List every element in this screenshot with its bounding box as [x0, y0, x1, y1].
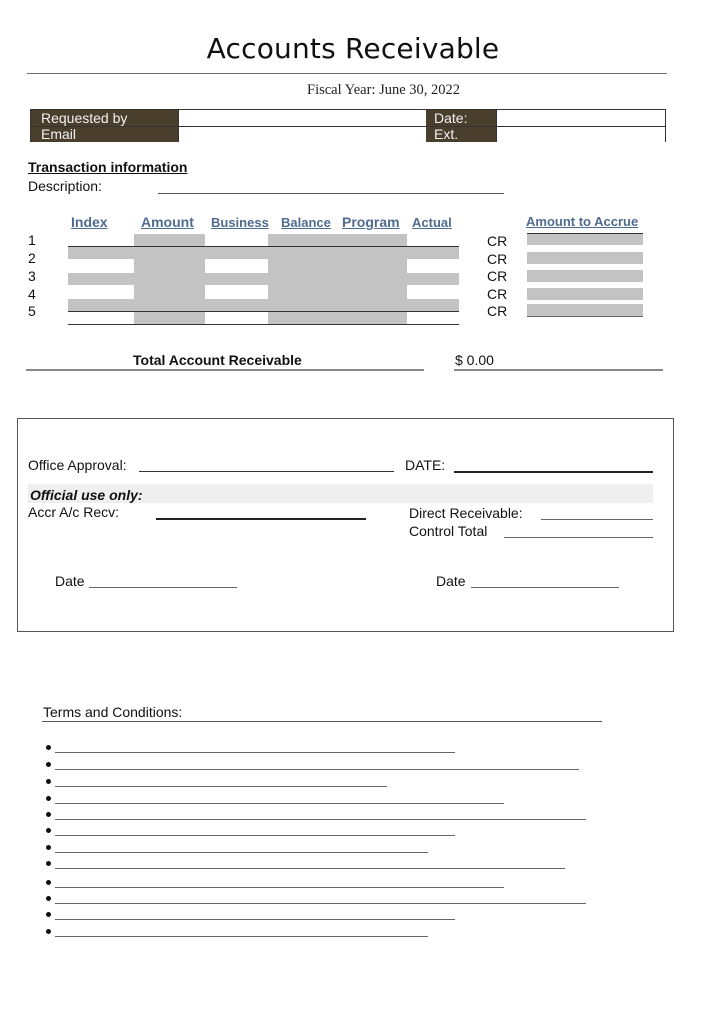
- date-right-field[interactable]: [471, 587, 619, 588]
- document-title: Accounts Receivable: [206, 32, 500, 65]
- cr-label: CR: [487, 233, 508, 249]
- direct-receivable-field[interactable]: [541, 519, 653, 520]
- bullet-icon: [46, 796, 51, 801]
- row-number: 5: [28, 303, 36, 319]
- terms-item-field[interactable]: [55, 752, 455, 753]
- terms-item-field[interactable]: [55, 803, 504, 804]
- terms-item-field[interactable]: [55, 887, 504, 888]
- bullet-icon: [46, 779, 51, 784]
- table-row[interactable]: [68, 246, 459, 259]
- date-field[interactable]: [496, 110, 665, 126]
- cr-label: CR: [487, 286, 508, 302]
- control-total-field[interactable]: [504, 537, 653, 538]
- accr-field[interactable]: [156, 518, 366, 520]
- terms-label: Terms and Conditions:: [43, 704, 183, 720]
- office-approval-label: Office Approval:: [28, 457, 127, 473]
- ext-label: Ext.: [426, 127, 496, 142]
- approval-date-field[interactable]: [454, 471, 653, 473]
- column-header-program: Program: [342, 214, 400, 230]
- column-header-amount-to-accrue: Amount to Accrue: [526, 214, 639, 229]
- bullet-icon: [46, 880, 51, 885]
- column-header-business: Business: [211, 215, 269, 230]
- terms-item-field[interactable]: [55, 852, 428, 853]
- email-field[interactable]: [178, 127, 426, 142]
- terms-item-field[interactable]: [55, 868, 565, 869]
- bullet-icon: [46, 845, 51, 850]
- fiscal-year: Fiscal Year: June 30, 2022: [307, 82, 461, 98]
- amount-to-accrue-field[interactable]: [527, 270, 643, 282]
- cr-label: CR: [487, 303, 508, 319]
- official-use-label: Official use only:: [30, 487, 143, 503]
- terms-item-field[interactable]: [55, 919, 455, 920]
- row-number: 1: [28, 232, 36, 248]
- description-label: Description:: [28, 178, 102, 194]
- date-right-label: Date: [436, 573, 466, 589]
- cr-label: CR: [487, 251, 508, 267]
- table-row[interactable]: [68, 273, 459, 285]
- terms-item-field[interactable]: [55, 819, 586, 820]
- column-header-index: Index: [71, 214, 108, 230]
- terms-item-field[interactable]: [55, 786, 387, 787]
- row-number: 4: [28, 286, 36, 302]
- requested-by-field[interactable]: [178, 110, 426, 126]
- terms-item-field[interactable]: [55, 903, 586, 904]
- bullet-icon: [46, 762, 51, 767]
- terms-item-field[interactable]: [55, 936, 428, 937]
- office-approval-field[interactable]: [139, 471, 394, 472]
- requested-by-label: Requested by: [31, 110, 178, 126]
- date-left-label: Date: [55, 573, 85, 589]
- bullet-icon: [46, 828, 51, 833]
- column-header-balance: Balance: [281, 215, 331, 230]
- ext-field[interactable]: [496, 127, 665, 142]
- total-value: $ 0.00: [455, 352, 494, 368]
- row-divider: [68, 311, 459, 312]
- date-label: Date:: [426, 110, 496, 126]
- transaction-section-title: Transaction information: [28, 159, 188, 175]
- control-total-label: Control Total: [409, 523, 488, 539]
- table-row[interactable]: [68, 299, 459, 311]
- row-divider: [68, 324, 459, 325]
- terms-item-field[interactable]: [55, 769, 579, 770]
- bullet-icon: [46, 861, 51, 866]
- requester-info-table: Requested by Date: Email Ext.: [30, 109, 666, 142]
- amount-to-accrue-field[interactable]: [527, 252, 643, 264]
- bullet-icon: [46, 896, 51, 901]
- bullet-icon: [46, 912, 51, 917]
- bullet-icon: [46, 745, 51, 750]
- column-header-amount: Amount: [141, 214, 194, 230]
- approval-date-label: DATE:: [405, 457, 446, 473]
- total-label: Total Account Receivable: [133, 352, 302, 368]
- date-left-field[interactable]: [89, 587, 237, 588]
- direct-receivable-label: Direct Receivable:: [409, 505, 523, 521]
- bullet-icon: [46, 812, 51, 817]
- amount-to-accrue-field[interactable]: [527, 288, 643, 300]
- row-number: 3: [28, 268, 36, 284]
- approval-box: [17, 418, 674, 632]
- row-number: 2: [28, 250, 36, 266]
- accrue-bottom-line: [527, 316, 643, 317]
- title-divider: [27, 73, 667, 74]
- total-value-underline: [454, 369, 663, 371]
- description-field[interactable]: [158, 193, 504, 194]
- cr-label: CR: [487, 268, 508, 284]
- row-divider: [68, 246, 459, 247]
- amount-to-accrue-field[interactable]: [527, 234, 643, 245]
- accr-label: Accr A/c Recv:: [28, 504, 120, 520]
- amount-to-accrue-field[interactable]: [527, 304, 643, 316]
- bullet-icon: [46, 929, 51, 934]
- terms-underline: [42, 721, 602, 722]
- terms-item-field[interactable]: [55, 835, 455, 836]
- column-header-actual: Actual: [412, 215, 452, 230]
- total-label-underline: [26, 369, 424, 371]
- email-label: Email: [31, 127, 178, 142]
